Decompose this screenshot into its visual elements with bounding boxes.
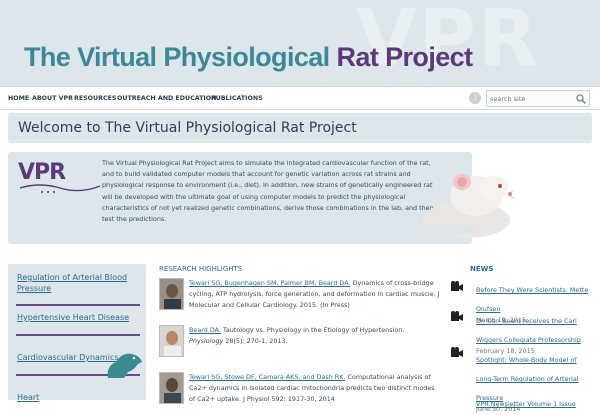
search-icon[interactable] [575, 93, 587, 105]
vpr-logo: VPR [18, 160, 100, 193]
research-text: Tautology vs. Physiology in the Etiology… [220, 326, 405, 334]
research-highlights-heading: RESEARCH HIGHLIGHTS [159, 265, 243, 273]
rss-icon[interactable]: ) [469, 92, 481, 104]
site-title-part2: Rat Project [336, 42, 474, 72]
author-photo [159, 278, 184, 310]
research-authors-link[interactable]: Beard DA. [189, 326, 221, 334]
news-title-link[interactable]: Dr. Dan Beard receives the Carl Wiggers … [476, 317, 581, 344]
news-title-link[interactable]: VPR Newsletter Volume 1 Issue [476, 400, 576, 408]
welcome-band: Welcome to The Virtual Physiological Rat… [8, 113, 592, 143]
research-item: Beard DA. Tautology vs. Physiology in th… [159, 325, 441, 361]
video-camera-icon [451, 281, 463, 291]
research-citation: Tewari SG, Bugenhagen SM, Palmer BM, Bea… [189, 278, 441, 311]
nav-about-vpr[interactable]: ABOUT VPR [32, 95, 73, 102]
sidebar-item-hypertensive-heart[interactable]: Hypertensive Heart Disease [17, 312, 137, 323]
topics-sidebar: Regulation of Arterial Blood Pressure Hy… [8, 264, 146, 403]
welcome-title: Welcome to The Virtual Physiological Rat… [18, 120, 357, 136]
logo-tail-graphic [20, 184, 100, 193]
research-journal: Physiology [189, 337, 224, 345]
video-camera-icon [451, 347, 463, 357]
research-item: Tewari SG, Bugenhagen SM, Palmer BM, Bea… [159, 278, 441, 314]
nav-outreach[interactable]: OUTREACH AND EDUCATION [117, 95, 216, 102]
sidebar-item-heart[interactable]: Heart [17, 392, 137, 403]
video-camera-icon [451, 311, 463, 321]
author-photo [159, 325, 184, 357]
sidebar-divider [16, 334, 140, 336]
site-title[interactable]: The Virtual Physiological Rat Project [24, 42, 474, 73]
nav-resources[interactable]: RESOURCES [74, 95, 116, 102]
site-header: VPR The Virtual Physiological Rat Projec… [0, 0, 600, 86]
news-heading: NEWS [470, 265, 494, 273]
nav-home[interactable]: HOME [8, 95, 29, 102]
news-item: VPR Newsletter Volume 1 Issue [476, 391, 592, 410]
site-title-part1: The Virtual Physiological [24, 42, 337, 72]
main-nav: HOME ABOUT VPR RESOURCES OUTREACH AND ED… [0, 86, 600, 110]
sidebar-item-arterial-pressure[interactable]: Regulation of Arterial Blood Pressure [17, 272, 137, 294]
nav-publications[interactable]: PUBLICATIONS [211, 95, 263, 102]
research-authors-link[interactable]: Tewari SG, Bugenhagen SM, Palmer BM, Bea… [189, 279, 351, 287]
sidebar-divider [16, 304, 140, 306]
research-journal-tail: 28(5): 270-1, 2013. [223, 337, 288, 345]
search-box [486, 90, 590, 107]
author-photo [159, 372, 184, 404]
rat-photo [414, 174, 514, 238]
research-item: Tewari SG, Stowe DF, Camara AKS, and Das… [159, 372, 441, 408]
research-authors-link[interactable]: Tewari SG, Stowe DF, Camara AKS, and Das… [189, 373, 345, 381]
intro-panel: VPR The Virtual Physiological Rat Projec… [8, 152, 472, 244]
rat-silhouette-icon [107, 353, 142, 378]
intro-text: The Virtual Physiological Rat Project ai… [102, 159, 434, 224]
research-citation: Tewari SG, Stowe DF, Camara AKS, and Das… [189, 372, 441, 405]
news-panel: Before They Were Scientists: Mette Olufs… [468, 275, 592, 413]
search-input[interactable] [490, 93, 570, 104]
research-citation: Beard DA. Tautology vs. Physiology in th… [189, 325, 441, 347]
